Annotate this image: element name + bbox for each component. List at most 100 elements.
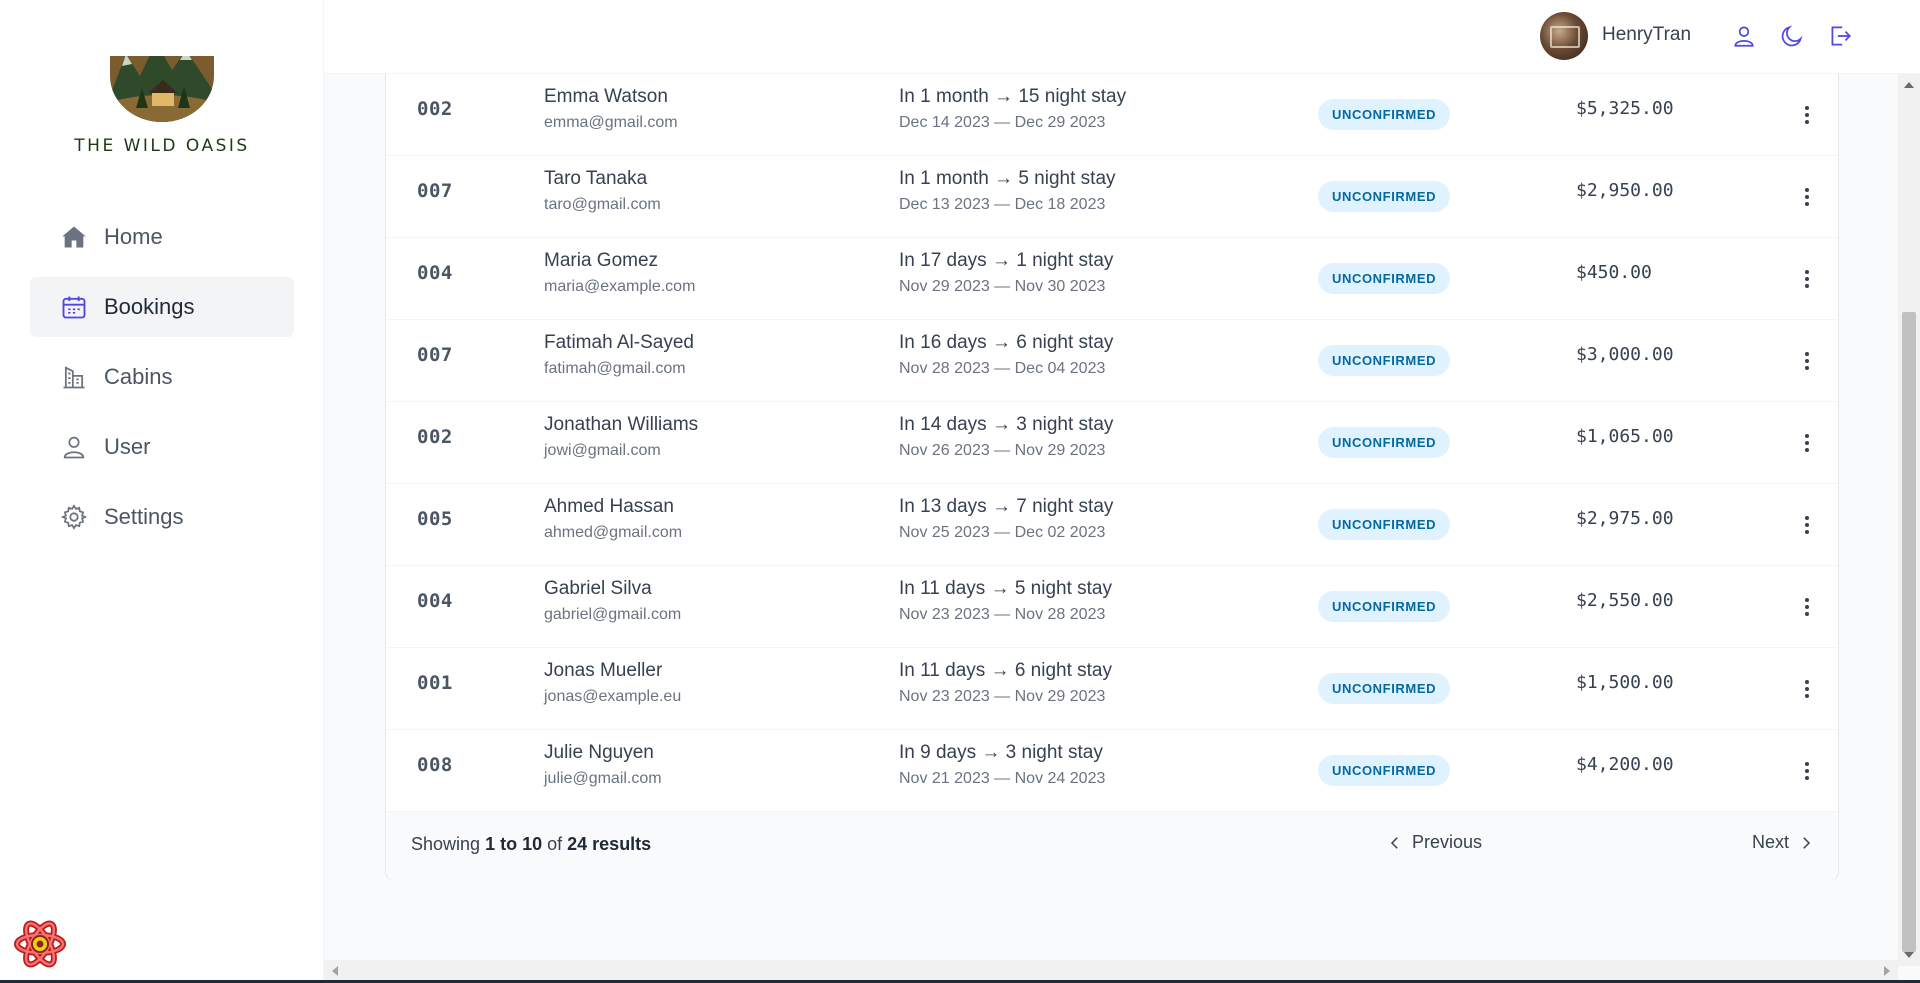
sidebar-item-home[interactable]: Home xyxy=(30,207,294,267)
next-button[interactable]: Next xyxy=(1752,832,1815,853)
booking-amount: $2,975.00 xyxy=(1576,508,1674,529)
table-row[interactable]: 005 Ahmed Hassan ahmed@gmail.com In 13 days… xyxy=(386,484,1838,566)
row-actions-button[interactable] xyxy=(1792,428,1822,458)
guest-email: ahmed@gmail.com xyxy=(544,524,683,541)
guest-name: Jonathan Williams xyxy=(544,414,699,435)
status-badge: UNCONFIRMED xyxy=(1318,181,1451,212)
sidebar: THE WILD OASIS Home Bookings Cabins User xyxy=(0,0,324,983)
table-row[interactable]: 002 Emma Watson emma@gmail.com In 1 month →… xyxy=(386,74,1838,156)
building-icon xyxy=(60,363,88,391)
guest-email: taro@gmail.com xyxy=(544,196,661,213)
table-row[interactable]: 008 Julie Nguyen julie@gmail.com In 9 days … xyxy=(386,730,1838,812)
user-icon xyxy=(60,433,88,461)
scroll-left-arrow[interactable] xyxy=(332,966,338,976)
sidebar-item-settings[interactable]: Settings xyxy=(30,487,294,547)
top-header: HenryTran xyxy=(324,0,1920,74)
table-row[interactable]: 004 Gabriel Silva gabriel@gmail.com In 11 d… xyxy=(386,566,1838,648)
more-vertical-icon xyxy=(1805,270,1809,288)
vertical-scrollbar[interactable] xyxy=(1898,74,1920,966)
vertical-scroll-thumb[interactable] xyxy=(1902,312,1916,952)
sidebar-item-label: Home xyxy=(104,224,163,249)
row-actions-button[interactable] xyxy=(1792,100,1822,130)
booking-amount: $3,000.00 xyxy=(1576,344,1674,365)
logout-icon[interactable] xyxy=(1826,22,1854,50)
guest-name: Fatimah Al-Sayed xyxy=(544,332,694,353)
stay-summary: In 1 month → 5 night stay xyxy=(899,168,1116,189)
row-actions-button[interactable] xyxy=(1792,674,1822,704)
sidebar-item-label: Settings xyxy=(104,504,184,529)
cabin-number: 004 xyxy=(417,262,453,284)
booking-amount: $1,500.00 xyxy=(1576,672,1674,693)
stay-summary: In 1 month → 15 night stay xyxy=(899,86,1127,107)
status-badge: UNCONFIRMED xyxy=(1318,99,1451,130)
booking-amount: $1,065.00 xyxy=(1576,426,1674,447)
stay-summary: In 13 days → 7 night stay xyxy=(899,496,1114,517)
row-actions-button[interactable] xyxy=(1792,182,1822,212)
more-vertical-icon xyxy=(1805,598,1809,616)
guest-name: Maria Gomez xyxy=(544,250,659,271)
main-nav: Home Bookings Cabins User Settings xyxy=(30,207,294,557)
next-label: Next xyxy=(1752,832,1790,852)
table-row[interactable]: 004 Maria Gomez maria@example.com In 17 day… xyxy=(386,238,1838,320)
logo[interactable]: THE WILD OASIS xyxy=(0,36,324,156)
previous-label: Previous xyxy=(1412,832,1483,852)
booking-amount: $5,325.00 xyxy=(1576,98,1674,119)
moon-icon[interactable] xyxy=(1778,22,1806,50)
more-vertical-icon xyxy=(1805,352,1809,370)
row-actions-button[interactable] xyxy=(1792,264,1822,294)
status-badge: UNCONFIRMED xyxy=(1318,509,1451,540)
table-row[interactable]: 007 Fatimah Al-Sayed fatimah@gmail.com In 1… xyxy=(386,320,1838,402)
stay-summary: In 14 days → 3 night stay xyxy=(899,414,1114,435)
bookings-table: 002 Emma Watson emma@gmail.com In 1 month →… xyxy=(385,74,1839,880)
stay-dates: Nov 26 2023 — Nov 29 2023 xyxy=(899,442,1106,459)
showing-label: Showing xyxy=(411,834,481,854)
guest-email: jonas@example.eu xyxy=(544,688,682,705)
table-row[interactable]: 007 Taro Tanaka taro@gmail.com In 1 month →… xyxy=(386,156,1838,238)
guest-name: Ahmed Hassan xyxy=(544,496,674,517)
booking-amount: $2,950.00 xyxy=(1576,180,1674,201)
sidebar-item-bookings[interactable]: Bookings xyxy=(30,277,294,337)
react-devtools-icon[interactable] xyxy=(14,920,66,968)
cabin-number: 001 xyxy=(417,672,453,694)
guest-name: Julie Nguyen xyxy=(544,742,654,763)
stay-dates: Nov 23 2023 — Nov 29 2023 xyxy=(899,688,1106,705)
cabin-number: 007 xyxy=(417,180,453,202)
scroll-down-arrow[interactable] xyxy=(1904,952,1914,958)
table-row[interactable]: 002 Jonathan Williams jowi@gmail.com In 14 … xyxy=(386,402,1838,484)
stay-summary: In 11 days → 6 night stay xyxy=(899,660,1112,681)
cabin-number: 005 xyxy=(417,508,453,530)
guest-name: Gabriel Silva xyxy=(544,578,652,599)
logo-text: THE WILD OASIS xyxy=(74,136,250,156)
sidebar-item-label: Cabins xyxy=(104,364,173,389)
row-actions-button[interactable] xyxy=(1792,510,1822,540)
row-actions-button[interactable] xyxy=(1792,756,1822,786)
previous-button[interactable]: Previous xyxy=(1386,832,1482,853)
pagination-summary: Showing 1 to 10 of 24 results xyxy=(411,834,651,855)
avatar[interactable] xyxy=(1540,12,1588,60)
chevron-right-icon xyxy=(1803,836,1811,849)
account-user-icon[interactable] xyxy=(1730,22,1758,50)
sidebar-item-cabins[interactable]: Cabins xyxy=(30,347,294,407)
home-icon xyxy=(60,223,88,251)
showing-range: 1 to 10 xyxy=(485,834,543,854)
row-actions-button[interactable] xyxy=(1792,592,1822,622)
table-footer: Showing 1 to 10 of 24 results Previous N… xyxy=(386,812,1838,880)
horizontal-scrollbar[interactable] xyxy=(324,960,1898,982)
guest-name: Jonas Mueller xyxy=(544,660,663,681)
sidebar-item-user[interactable]: User xyxy=(30,417,294,477)
stay-dates: Dec 14 2023 — Dec 29 2023 xyxy=(899,114,1106,131)
scroll-up-arrow[interactable] xyxy=(1904,82,1914,88)
username: HenryTran xyxy=(1602,24,1692,45)
status-badge: UNCONFIRMED xyxy=(1318,345,1451,376)
guest-name: Emma Watson xyxy=(544,86,668,107)
status-badge: UNCONFIRMED xyxy=(1318,755,1451,786)
guest-email: jowi@gmail.com xyxy=(544,442,661,459)
showing-total: 24 results xyxy=(567,834,652,854)
status-badge: UNCONFIRMED xyxy=(1318,263,1451,294)
sidebar-item-label: Bookings xyxy=(104,294,195,319)
sidebar-item-label: User xyxy=(104,434,151,459)
stay-dates: Nov 21 2023 — Nov 24 2023 xyxy=(899,770,1106,787)
table-row[interactable]: 001 Jonas Mueller jonas@example.eu In 11 da… xyxy=(386,648,1838,730)
row-actions-button[interactable] xyxy=(1792,346,1822,376)
scroll-right-arrow[interactable] xyxy=(1884,966,1890,976)
